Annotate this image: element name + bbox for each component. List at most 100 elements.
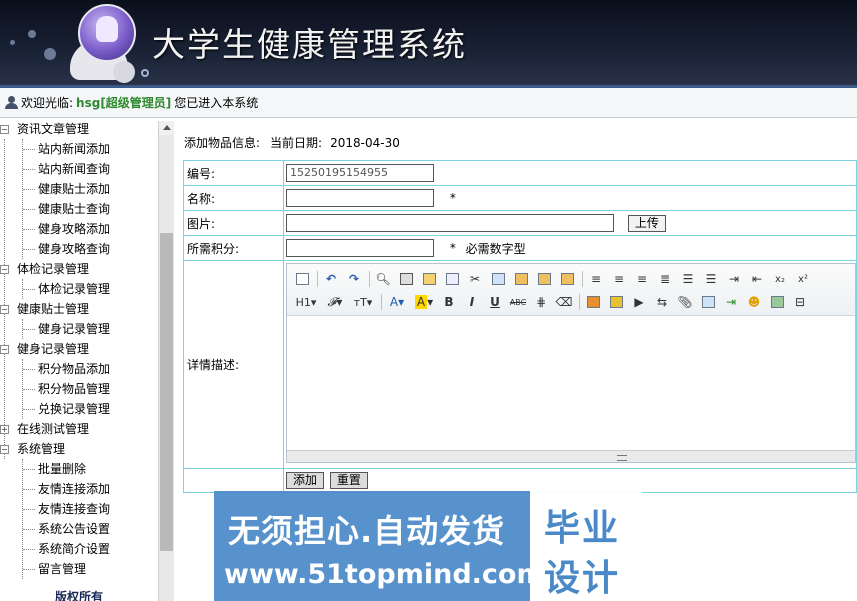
tree-collapse-icon[interactable]: − xyxy=(0,265,9,274)
sidebar-item-tips-query[interactable]: 健康贴士查询 xyxy=(38,199,110,219)
italic-icon[interactable]: I xyxy=(463,293,481,311)
scroll-up-icon[interactable] xyxy=(159,121,174,135)
underline-icon[interactable]: U xyxy=(486,293,504,311)
template-icon[interactable] xyxy=(420,270,438,288)
tree-group-checkup[interactable]: 体检记录管理 xyxy=(17,259,89,279)
tree-group-health-tips[interactable]: 健康贴士管理 xyxy=(17,299,89,319)
name-field[interactable] xyxy=(286,189,434,207)
upload-button[interactable]: 上传 xyxy=(627,214,666,232)
tree-group-fitness-record[interactable]: 健身记录管理 xyxy=(17,339,89,359)
cut-icon[interactable]: ✂ xyxy=(466,270,484,288)
attachment-icon[interactable]: 📎︎ xyxy=(676,293,694,311)
points-required-mark: * xyxy=(449,241,456,255)
add-button[interactable]: 添加 xyxy=(286,472,325,489)
font-color-icon[interactable]: A▾ xyxy=(386,293,408,311)
decor-ring xyxy=(141,69,149,77)
sidebar-item-notice-settings[interactable]: 系统公告设置 xyxy=(38,519,110,539)
preview-icon[interactable]: 🔍︎ xyxy=(374,270,392,288)
sidebar-item-batch-delete[interactable]: 批量删除 xyxy=(38,459,86,479)
sidebar-item-link-add[interactable]: 友情连接添加 xyxy=(38,479,110,499)
tree-collapse-icon[interactable]: − xyxy=(0,445,9,454)
sidebar-item-news-query[interactable]: 站内新闻查询 xyxy=(38,159,110,179)
tree-branch xyxy=(23,369,35,370)
points-hint: 必需数字型 xyxy=(465,241,526,256)
scrollbar-thumb[interactable] xyxy=(160,233,173,551)
horizontal-rule-icon[interactable]: ⇥ xyxy=(722,293,740,311)
image-cell: 上传 xyxy=(283,210,857,236)
tree-branch xyxy=(23,409,35,410)
code-icon[interactable] xyxy=(443,270,461,288)
editor-resize-handle[interactable] xyxy=(287,450,855,462)
insert-media-icon[interactable]: ▶ xyxy=(630,293,648,311)
highlight-color-icon[interactable]: A ▾ xyxy=(413,293,435,311)
eraser-icon[interactable]: ⌫ xyxy=(555,293,573,311)
paste-icon[interactable] xyxy=(512,270,530,288)
image-path-field[interactable] xyxy=(286,214,614,232)
sidebar-item-checkup-manage[interactable]: 体检记录管理 xyxy=(38,279,110,299)
points-field[interactable] xyxy=(286,239,434,257)
tree-expand-icon[interactable]: + xyxy=(0,425,9,434)
unordered-list-icon[interactable]: ☰ xyxy=(702,270,720,288)
tree-group-system[interactable]: 系统管理 xyxy=(17,439,65,459)
toolbar-row-2: H1▾ 𝓕▾ тT▾ A▾ A ▾ B I U ABC ⋕ ⌫ ▶ ⇆ 📎︎ ⇥… xyxy=(293,291,814,313)
paste-text-icon[interactable] xyxy=(535,270,553,288)
sidebar-item-news-add[interactable]: 站内新闻添加 xyxy=(38,139,110,159)
heading-dropdown[interactable]: H1▾ xyxy=(293,293,319,311)
date-value: 2018-04-30 xyxy=(330,136,400,150)
outdent-icon[interactable]: ⇤ xyxy=(748,270,766,288)
copy-icon[interactable] xyxy=(489,270,507,288)
sidebar-item-points-manage[interactable]: 积分物品管理 xyxy=(38,379,110,399)
bold-icon[interactable]: B xyxy=(440,293,458,311)
indent-icon[interactable]: ⇥ xyxy=(725,270,743,288)
sidebar-item-message-manage[interactable]: 留言管理 xyxy=(38,559,86,579)
toolbar-separator xyxy=(579,294,580,310)
tree-branch xyxy=(23,489,35,490)
tree-branch xyxy=(23,549,35,550)
editor-toolbar: ↶ ↷ 🔍︎ ✂ ≡ ≡ ≡ ≣ ☰ ☰ ⇥ ⇤ x₂ x² H1▾ 𝓕▾ тT… xyxy=(287,264,855,316)
sidebar-item-fitness-add[interactable]: 健身攻略添加 xyxy=(38,219,110,239)
align-right-icon[interactable]: ≡ xyxy=(633,270,651,288)
font-size-dropdown[interactable]: тT▾ xyxy=(351,293,375,311)
tree-group-online-test[interactable]: 在线测试管理 xyxy=(17,419,89,439)
paste-word-icon[interactable] xyxy=(558,270,576,288)
tree-group-news[interactable]: 资讯文章管理 xyxy=(17,119,89,139)
redo-icon[interactable]: ↷ xyxy=(345,270,363,288)
sidebar-tree: − 资讯文章管理 站内新闻添加 站内新闻查询 健康贴士添加 健康贴士查询 健身攻… xyxy=(0,119,174,601)
rich-text-editor[interactable]: ↶ ↷ 🔍︎ ✂ ≡ ≡ ≡ ≣ ☰ ☰ ⇥ ⇤ x₂ x² H1▾ 𝓕▾ тT… xyxy=(286,263,856,463)
insert-file-icon[interactable]: ⇆ xyxy=(653,293,671,311)
sidebar-scrollbar[interactable] xyxy=(158,121,174,601)
source-icon[interactable] xyxy=(293,270,311,288)
tree-collapse-icon[interactable]: − xyxy=(0,125,9,134)
ordered-list-icon[interactable]: ☰ xyxy=(679,270,697,288)
sidebar-item-exchange-manage[interactable]: 兑换记录管理 xyxy=(38,399,110,419)
emoticon-icon[interactable]: ☻ xyxy=(745,293,763,311)
strikethrough-icon[interactable]: ABC xyxy=(509,293,527,311)
superscript-icon[interactable]: x² xyxy=(794,270,812,288)
code-cell: 15250195154955 xyxy=(283,160,857,186)
sidebar-item-points-add[interactable]: 积分物品添加 xyxy=(38,359,110,379)
sidebar-item-tips-add[interactable]: 健康贴士添加 xyxy=(38,179,110,199)
insert-flash-icon[interactable] xyxy=(607,293,625,311)
image-manager-icon[interactable] xyxy=(768,293,786,311)
align-left-icon[interactable]: ≡ xyxy=(587,270,605,288)
insert-image-icon[interactable] xyxy=(584,293,602,311)
tree-branch xyxy=(23,229,35,230)
sidebar-item-link-query[interactable]: 友情连接查询 xyxy=(38,499,110,519)
sidebar-item-fitness-record-manage[interactable]: 健身记录管理 xyxy=(38,319,110,339)
tree-collapse-icon[interactable]: − xyxy=(0,305,9,314)
print-icon[interactable] xyxy=(397,270,415,288)
reset-button[interactable]: 重置 xyxy=(329,472,368,489)
sidebar-item-intro-settings[interactable]: 系统简介设置 xyxy=(38,539,110,559)
undo-icon[interactable]: ↶ xyxy=(322,270,340,288)
insert-table-icon[interactable] xyxy=(699,293,717,311)
align-center-icon[interactable]: ≡ xyxy=(610,270,628,288)
page-break-icon[interactable]: ⊟ xyxy=(791,293,809,311)
font-family-dropdown[interactable]: 𝓕▾ xyxy=(324,293,346,311)
subscript-icon[interactable]: x₂ xyxy=(771,270,789,288)
tree-collapse-icon[interactable]: − xyxy=(0,345,9,354)
align-justify-icon[interactable]: ≣ xyxy=(656,270,674,288)
select-all-icon[interactable]: ⋕ xyxy=(532,293,550,311)
sidebar-item-fitness-query[interactable]: 健身攻略查询 xyxy=(38,239,110,259)
toolbar-separator xyxy=(317,271,318,287)
code-field[interactable]: 15250195154955 xyxy=(286,164,434,182)
